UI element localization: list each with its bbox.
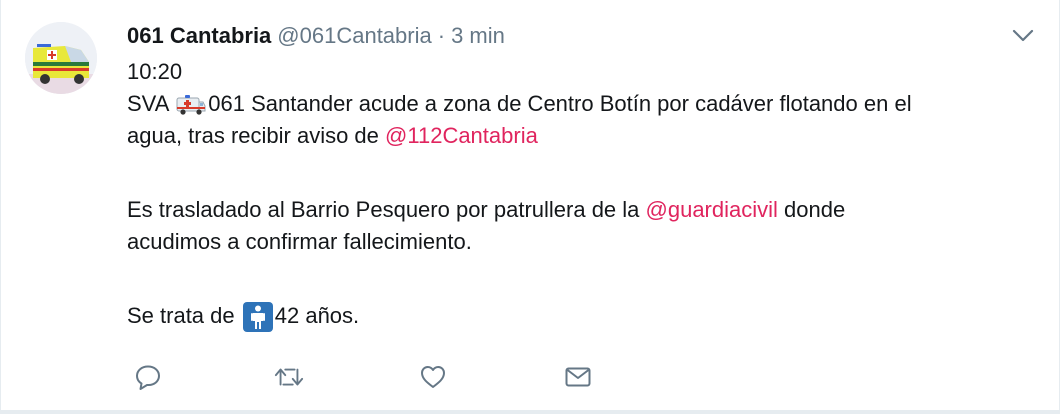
avatar[interactable] xyxy=(25,22,97,94)
tweet-line: SVA 061 Santander acude a zona de Centro… xyxy=(127,88,1047,120)
tweet-line: 10:20 xyxy=(127,56,1047,88)
retweet-icon[interactable] xyxy=(274,362,304,392)
tweet-text-segment: 42 años. xyxy=(274,303,360,328)
tweet-line: Es trasladado al Barrio Pesquero por pat… xyxy=(127,194,1047,226)
tweet-line: acudimos a confirmar fallecimiento. xyxy=(127,226,1047,258)
tweet-text-segment: Es trasladado al Barrio Pesquero por pat… xyxy=(127,197,646,222)
tweet-text: 10:20 SVA 061 Santander acude a zona de … xyxy=(127,56,1047,332)
like-icon[interactable] xyxy=(418,362,448,392)
mention-link[interactable]: @guardiacivil xyxy=(646,197,778,222)
mention-link[interactable]: @112Cantabria xyxy=(385,123,538,148)
tweet-header: 061 Cantabria @061Cantabria · 3 min xyxy=(127,22,505,50)
tweet-line: Se trata de 42 años. xyxy=(127,300,1047,332)
author-name[interactable]: 061 Cantabria xyxy=(127,23,271,49)
author-handle[interactable]: @061Cantabria xyxy=(277,23,431,49)
header-separator: · xyxy=(437,23,446,48)
tweet-text-segment: 061 Santander acude a zona de Centro Bot… xyxy=(208,91,912,116)
more-options-chevron-down-icon[interactable] xyxy=(1011,26,1035,46)
ambulance-avatar-image xyxy=(25,22,97,94)
reply-icon[interactable] xyxy=(133,362,163,392)
tweet-text-segment: SVA xyxy=(127,91,175,116)
tweet-time-text: 10:20 xyxy=(127,59,183,84)
tweet-text-segment: agua, tras recibir aviso de xyxy=(127,123,386,148)
tweet-actions xyxy=(131,362,611,392)
tweet-text-segment: donde xyxy=(777,197,846,222)
tweet-timestamp[interactable]: 3 min xyxy=(451,23,505,49)
tweet-card: 061 Cantabria @061Cantabria · 3 min 10:2… xyxy=(0,0,1060,414)
message-icon[interactable] xyxy=(563,362,593,392)
tweet-text-segment: acudimos a confirmar fallecimiento. xyxy=(127,229,472,254)
tweet-text-segment: Se trata de xyxy=(127,303,241,328)
tweet-line: agua, tras recibir aviso de @112Cantabri… xyxy=(127,120,1047,152)
man-icon xyxy=(242,302,273,337)
